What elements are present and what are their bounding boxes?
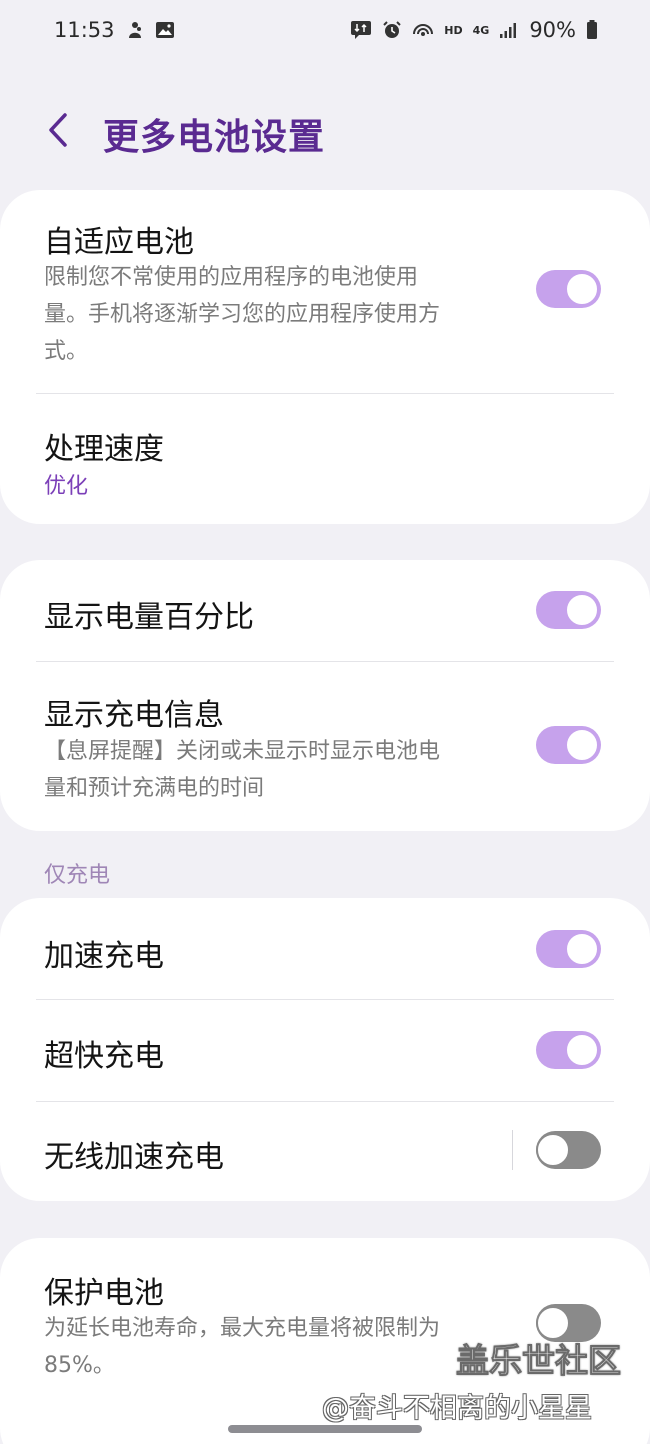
home-indicator[interactable] [228,1425,422,1433]
battery-percent: 90% [529,18,576,42]
alarm-icon [382,20,402,40]
back-button[interactable] [36,110,80,154]
protect-battery-description: 为延长电池寿命，最大充电量将被限制为 85%。 [44,1310,504,1384]
page-header: 更多电池设置 [0,100,650,170]
toggle-knob [536,1133,570,1167]
gallery-image-icon [155,20,175,40]
4g-icon: 4G [472,23,490,37]
charging-info-description-line: 量和预计充满电的时间 [44,776,265,801]
charging-info-description-line: 【息屏提醒】关闭或未显示时显示电池电 [44,739,441,764]
chevron-left-icon [46,112,70,152]
toggle-knob [565,728,599,762]
signal-icon [499,21,519,39]
page-title: 更多电池设置 [103,117,326,158]
battery-settings-card: 自适应电池 限制您不常使用的应用程序的电池使用 量。手机将逐渐学习您的应用程序使… [0,190,650,524]
status-bar: 11:53 HD 4G 90% [0,0,650,60]
charging-info-toggle[interactable] [536,726,601,764]
show-battery-percent-toggle[interactable] [536,591,601,629]
section-header-charging: 仅充电 [44,863,111,888]
show-battery-percent-row[interactable]: 显示电量百分比 [0,560,650,661]
fast-charging-row[interactable]: 加速充电 [0,898,650,999]
charging-options-card: 加速充电 超快充电 无线加速充电 [0,898,650,1201]
adaptive-battery-toggle[interactable] [536,270,601,308]
protect-battery-description-line: 为延长电池寿命，最大充电量将被限制为 [44,1316,441,1341]
adaptive-battery-description-line: 限制您不常使用的应用程序的电池使用 [44,265,419,290]
adaptive-battery-description-line: 式。 [44,339,89,364]
processing-speed-row[interactable]: 处理速度 优化 [0,394,650,524]
wireless-fast-charging-row[interactable]: 无线加速充电 [0,1102,650,1201]
super-fast-charging-toggle[interactable] [536,1031,601,1069]
hd-icon: HD [444,23,463,37]
hotspot-icon [412,20,434,40]
processing-speed-value: 优化 [44,474,89,499]
wireless-fast-charging-title: 无线加速充电 [44,1140,224,1175]
fast-charging-toggle[interactable] [536,930,601,968]
battery-icon [586,20,598,40]
adaptive-battery-description: 限制您不常使用的应用程序的电池使用 量。手机将逐渐学习您的应用程序使用方 式。 [44,259,504,370]
show-battery-percent-title: 显示电量百分比 [44,600,254,635]
fast-charging-title: 加速充电 [44,939,164,974]
toggle-knob [565,593,599,627]
data-transfer-icon [350,20,372,40]
bixby-figure-icon [125,20,145,40]
adaptive-battery-title: 自适应电池 [44,225,194,260]
adaptive-battery-row[interactable]: 自适应电池 限制您不常使用的应用程序的电池使用 量。手机将逐渐学习您的应用程序使… [0,190,650,393]
charging-info-description: 【息屏提醒】关闭或未显示时显示电池电 量和预计充满电的时间 [44,733,504,807]
battery-display-card: 显示电量百分比 显示充电信息 【息屏提醒】关闭或未显示时显示电池电 量和预计充满… [0,560,650,831]
toggle-knob [565,1033,599,1067]
super-fast-charging-title: 超快充电 [44,1039,164,1074]
super-fast-charging-row[interactable]: 超快充电 [0,1000,650,1101]
watermark-brand: 盖乐世社区 [456,1341,622,1381]
status-time: 11:53 [54,18,115,42]
charging-info-title: 显示充电信息 [44,698,224,733]
status-bar-left: 11:53 [54,18,175,42]
status-bar-right: HD 4G 90% [350,18,598,42]
watermark-user: @奋斗不相离的小星星 [322,1393,592,1424]
adaptive-battery-description-line: 量。手机将逐渐学习您的应用程序使用方 [44,302,441,327]
toggle-knob [565,932,599,966]
charging-info-row[interactable]: 显示充电信息 【息屏提醒】关闭或未显示时显示电池电 量和预计充满电的时间 [0,662,650,831]
toggle-knob [565,272,599,306]
protect-battery-description-line: 85%。 [44,1353,115,1378]
processing-speed-title: 处理速度 [44,432,164,467]
protect-battery-title: 保护电池 [44,1276,164,1311]
wireless-fast-charging-toggle[interactable] [536,1131,601,1169]
vertical-divider [512,1130,513,1170]
